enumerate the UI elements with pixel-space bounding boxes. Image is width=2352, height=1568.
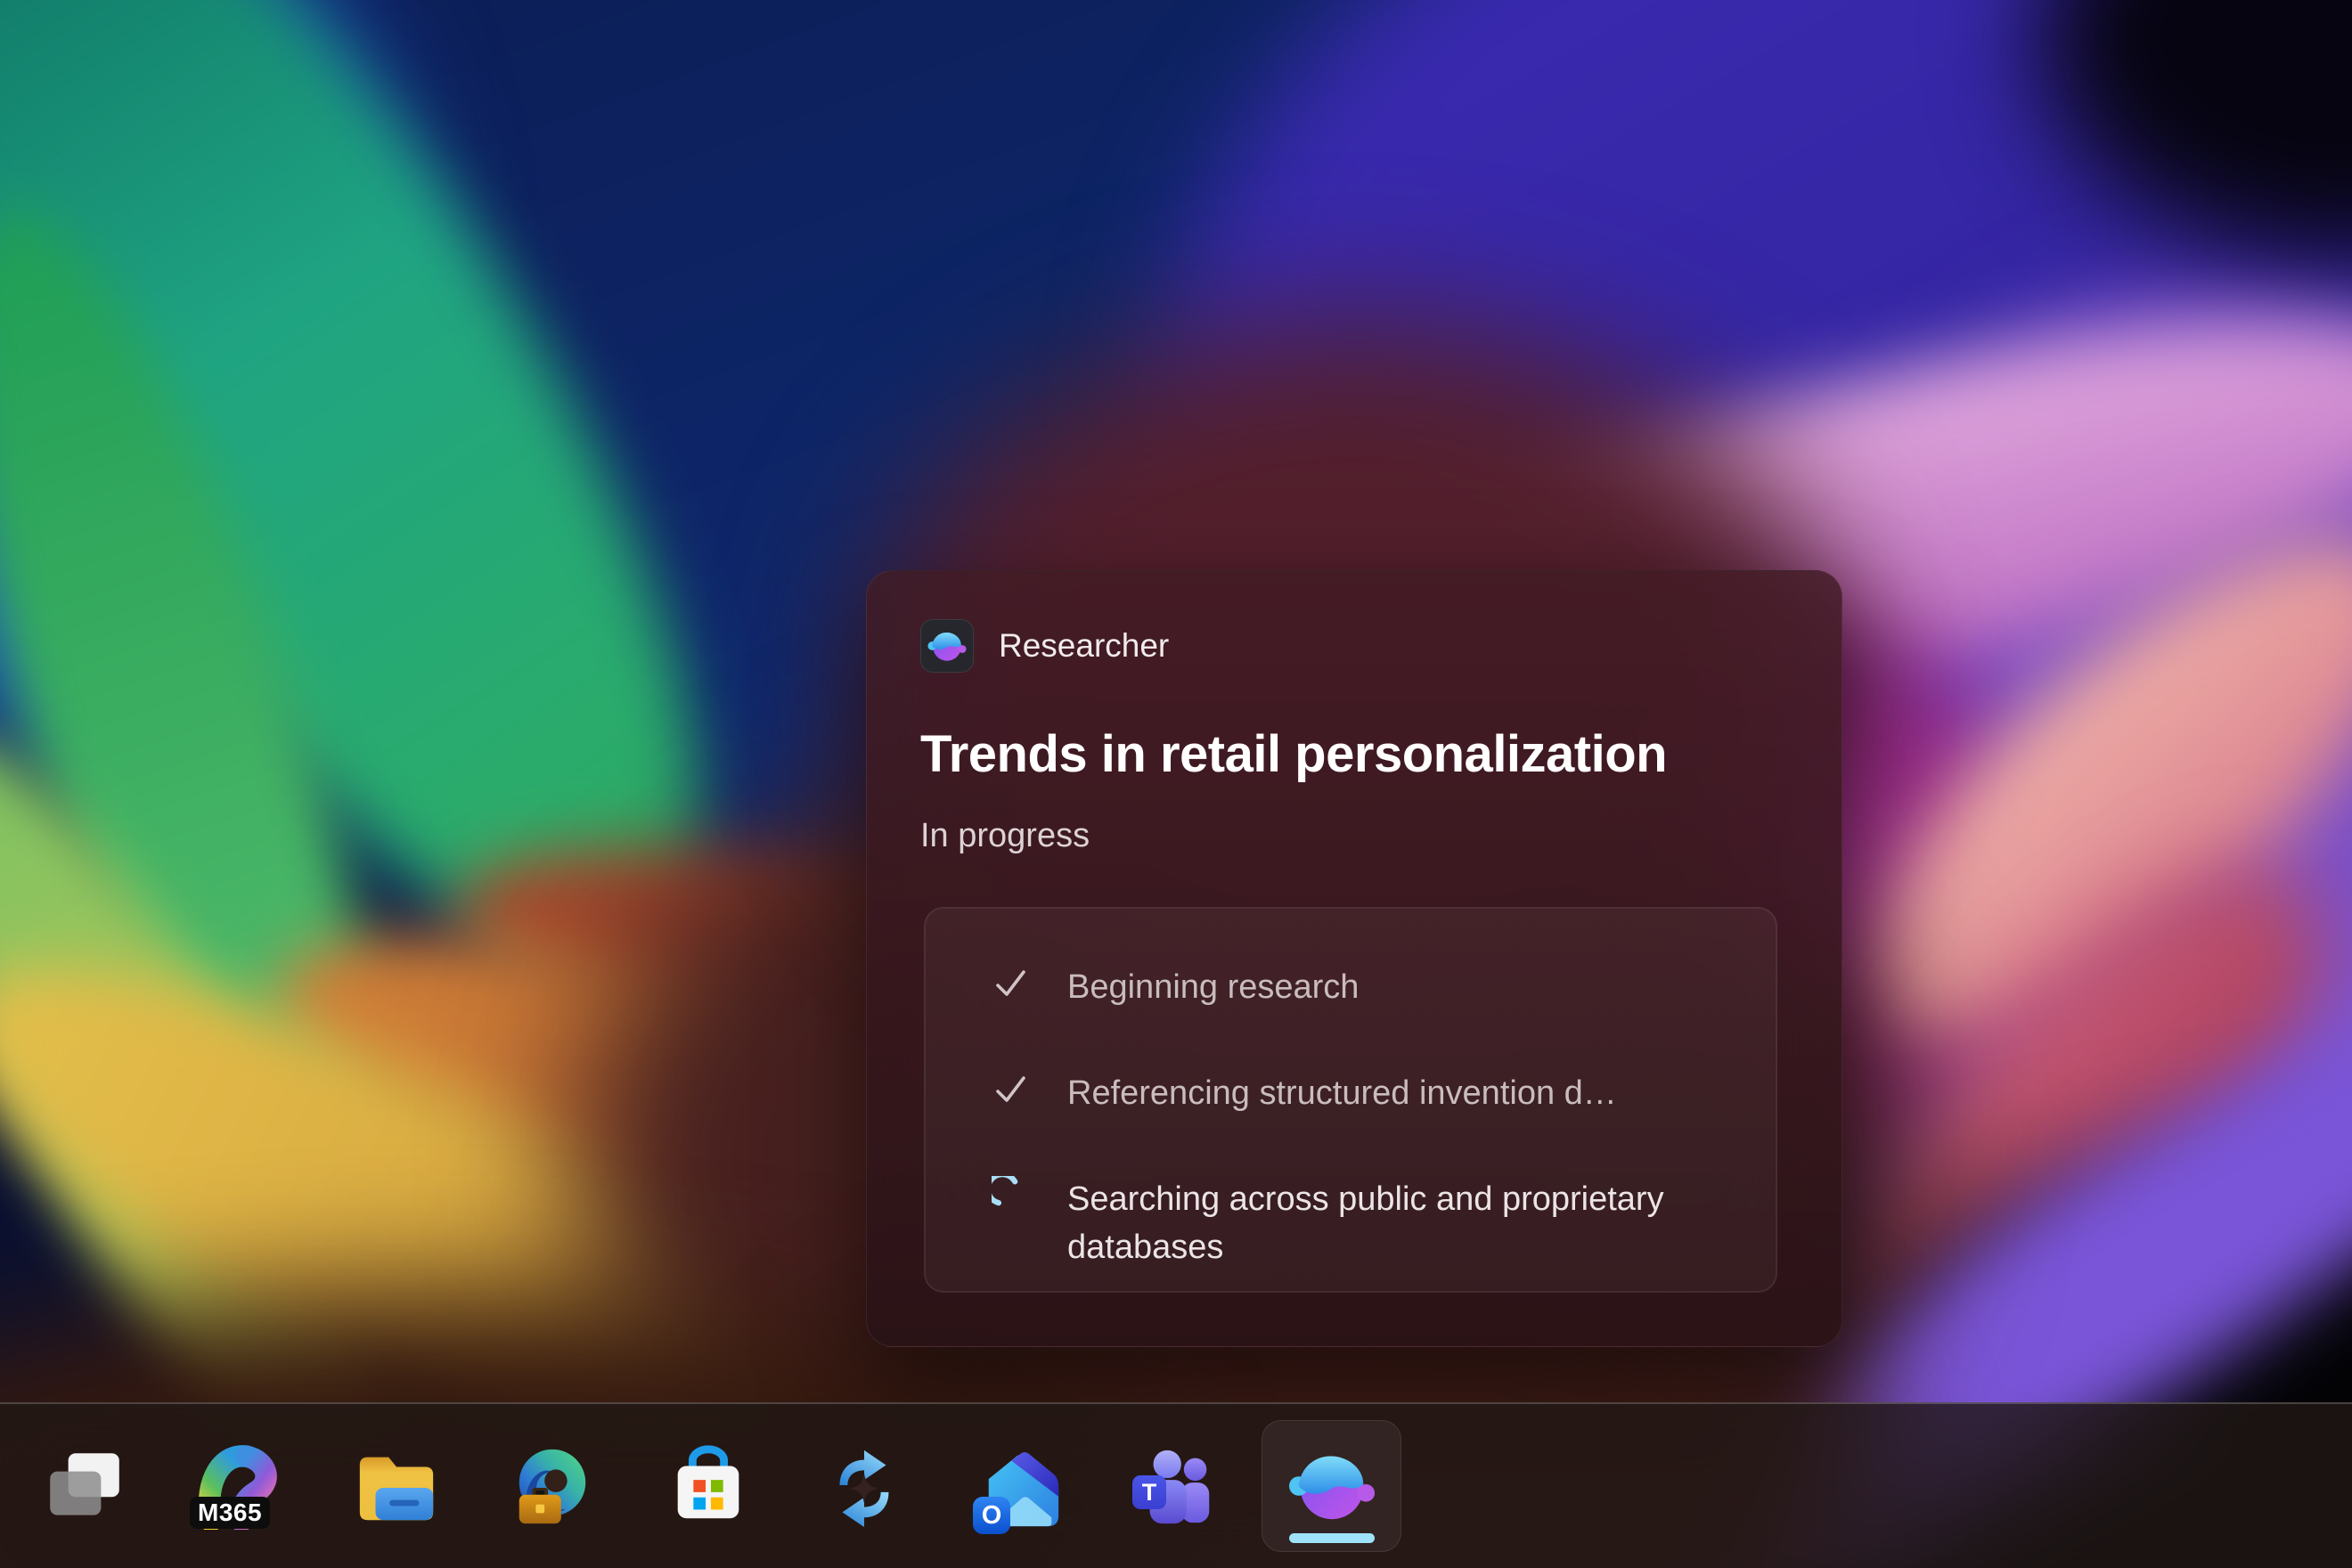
file-explorer-icon <box>353 1442 440 1530</box>
steps-panel: Beginning research Referencing structure… <box>924 907 1777 1293</box>
taskbar-microsoft-store-button[interactable] <box>638 1420 778 1552</box>
copilot-agent-sparkle-icon <box>821 1442 908 1530</box>
card-header: Researcher <box>920 619 1169 673</box>
taskbar-task-view-button[interactable] <box>14 1420 154 1552</box>
researcher-sphere-icon <box>927 626 967 666</box>
taskbar-edge-work-button[interactable] <box>482 1420 622 1552</box>
desktop: Researcher Trends in retail personalizat… <box>0 0 2352 1568</box>
researcher-progress-card: Researcher Trends in retail personalizat… <box>866 570 1842 1347</box>
research-title: Trends in retail personalization <box>920 724 1667 784</box>
taskbar-copilot-agent-button[interactable] <box>794 1420 934 1552</box>
step-row: Referencing structured invention d… <box>992 1070 1726 1117</box>
taskbar: M365 <box>0 1402 2352 1568</box>
teams-badge: T <box>1132 1475 1166 1509</box>
taskbar-m365-copilot-button[interactable]: M365 <box>170 1420 310 1552</box>
researcher-sphere-icon <box>1288 1442 1376 1530</box>
app-name: Researcher <box>999 627 1169 665</box>
researcher-app-icon <box>920 619 974 673</box>
step-row: Beginning research <box>992 964 1726 1011</box>
active-app-indicator <box>1289 1533 1375 1543</box>
m365-badge: M365 <box>190 1497 270 1529</box>
taskbar-file-explorer-button[interactable] <box>326 1420 466 1552</box>
spinner-icon <box>992 1176 1031 1215</box>
checkmark-icon <box>992 964 1031 1003</box>
step-label: Searching across public and proprietary … <box>1067 1176 1709 1270</box>
checkmark-icon <box>992 1070 1031 1109</box>
taskbar-icons: M365 <box>14 1404 1401 1568</box>
taskbar-teams-button[interactable]: T <box>1106 1420 1245 1552</box>
status-text: In progress <box>920 817 1090 855</box>
step-label: Beginning research <box>1067 964 1359 1011</box>
step-label: Referencing structured invention d… <box>1067 1070 1617 1117</box>
step-row: Searching across public and proprietary … <box>992 1176 1726 1270</box>
taskbar-outlook-button[interactable]: O <box>950 1420 1090 1552</box>
outlook-badge: O <box>973 1497 1010 1534</box>
task-view-icon <box>41 1442 128 1530</box>
microsoft-store-icon <box>665 1442 752 1530</box>
taskbar-researcher-button[interactable] <box>1262 1420 1401 1552</box>
edge-icon <box>509 1442 596 1530</box>
